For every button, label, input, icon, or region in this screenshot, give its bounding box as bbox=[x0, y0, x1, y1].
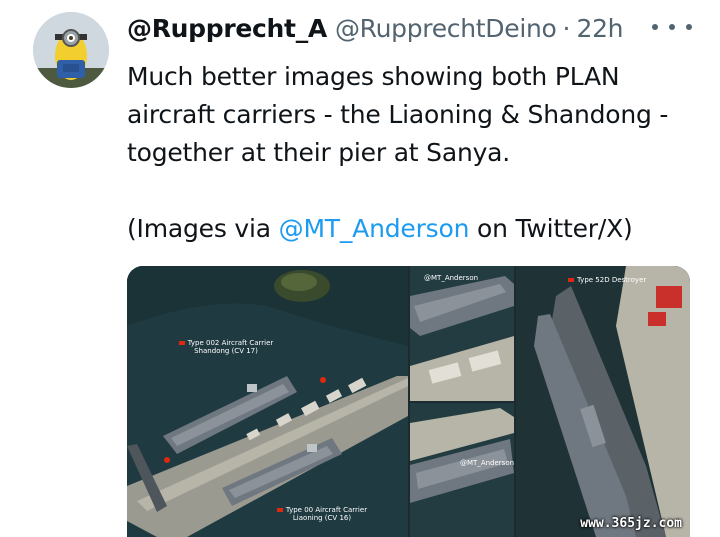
carrier-closeup-graphic bbox=[410, 403, 514, 537]
satellite-image-pier[interactable]: Type 002 Aircraft Carrier Shandong (CV 1… bbox=[127, 266, 408, 537]
liaoning-label-line: Liaoning (CV 16) bbox=[292, 514, 352, 522]
satellite-image-destroyer[interactable]: Type 52D Destroyer bbox=[516, 266, 690, 537]
destroyer-label: Type 52D Destroyer bbox=[568, 276, 646, 284]
mention-link[interactable]: @MT_Anderson bbox=[279, 214, 470, 243]
shandong-label-line: Type 002 Aircraft Carrier bbox=[161, 339, 291, 347]
media-grid[interactable]: Type 002 Aircraft Carrier Shandong (CV 1… bbox=[127, 266, 690, 537]
timestamp[interactable]: 22h bbox=[576, 14, 623, 43]
liaoning-label: Type 00 Aircraft Carrier Liaoning (CV 16… bbox=[257, 506, 387, 522]
china-flag-icon bbox=[276, 508, 283, 512]
watermark: www.365jz.com bbox=[580, 516, 682, 531]
satellite-image-closeup-2[interactable]: @MT_Anderson bbox=[410, 403, 514, 537]
credit-prefix: (Images via bbox=[127, 214, 279, 243]
tweet-text: Much better images showing both PLAN air… bbox=[127, 58, 707, 248]
user-handle[interactable]: @RupprechtDeino bbox=[335, 14, 557, 43]
image-credit-line: (Images via @MT_Anderson on Twitter/X) bbox=[127, 210, 707, 248]
carrier-closeup-graphic bbox=[410, 266, 514, 401]
credit-label: @MT_Anderson bbox=[424, 274, 479, 282]
avatar[interactable] bbox=[33, 12, 109, 88]
more-options-icon[interactable] bbox=[652, 16, 692, 38]
tweet-text-line: together at their pier at Sanya. bbox=[127, 138, 511, 167]
shandong-label-line: Shandong (CV 17) bbox=[194, 347, 258, 355]
satellite-pier-graphic bbox=[127, 266, 408, 537]
liaoning-label-line: Type 00 Aircraft Carrier bbox=[257, 506, 387, 514]
china-flag-icon bbox=[568, 278, 574, 282]
shandong-label: Type 002 Aircraft Carrier Shandong (CV 1… bbox=[161, 339, 291, 355]
credit-label: @MT_Anderson bbox=[460, 459, 514, 467]
tweet-text-line: aircraft carriers - the Liaoning & Shand… bbox=[127, 100, 669, 129]
separator-dot: · bbox=[562, 13, 571, 43]
destroyer-graphic bbox=[516, 266, 690, 537]
minion-avatar-icon bbox=[33, 12, 109, 88]
china-flag-icon bbox=[178, 341, 185, 345]
satellite-image-closeup-1[interactable]: @MT_Anderson bbox=[410, 266, 514, 401]
display-name[interactable]: @Rupprecht_A bbox=[127, 14, 327, 43]
credit-suffix: on Twitter/X) bbox=[469, 214, 633, 243]
tweet-text-line: Much better images showing both PLAN bbox=[127, 62, 620, 91]
tweet-header: @Rupprecht_A @RupprechtDeino · 22h bbox=[127, 12, 624, 44]
